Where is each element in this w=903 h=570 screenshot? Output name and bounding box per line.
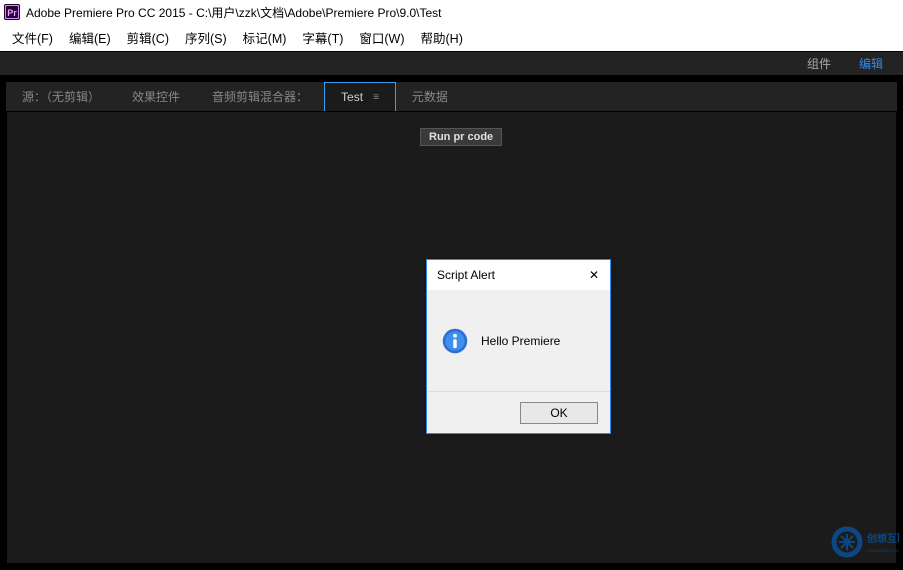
workspace-components[interactable]: 组件 [807,55,831,72]
dialog-body: Hello Premiere [427,290,610,391]
watermark-logo: 创想互联 CHUANGXIANG HULIAN [831,518,899,566]
menu-title[interactable]: 字幕(T) [302,28,343,47]
menu-bar: 文件(F) 编辑(E) 剪辑(C) 序列(S) 标记(M) 字幕(T) 窗口(W… [0,24,903,52]
menu-file[interactable]: 文件(F) [12,28,53,47]
watermark-text-small: CHUANGXIANG HULIAN [867,549,899,553]
tab-effects-label: 效果控件 [132,88,180,105]
workspace-edit[interactable]: 编辑 [859,55,883,72]
workspace-bar: 组件 编辑 [0,52,903,76]
run-pr-code-button[interactable]: Run pr code [420,128,502,146]
window-title-bar: Pr Adobe Premiere Pro CC 2015 - C:\用户\zz… [0,0,903,24]
tab-metadata[interactable]: 元数据 [396,82,464,111]
tab-mixer-label: 音频剪辑混合器： [212,88,308,105]
menu-edit[interactable]: 编辑(E) [69,28,111,47]
tab-test[interactable]: Test ≡ [324,82,396,111]
tab-mixer[interactable]: 音频剪辑混合器： [196,82,324,111]
window-title: Adobe Premiere Pro CC 2015 - C:\用户\zzk\文… [26,4,442,21]
tab-metadata-label: 元数据 [412,88,448,105]
menu-marker[interactable]: 标记(M) [243,28,287,47]
menu-help[interactable]: 帮助(H) [421,28,463,47]
watermark-text-big: 创想互联 [866,532,899,545]
dialog-title-bar[interactable]: Script Alert ✕ [427,260,610,290]
tab-test-label: Test [341,90,363,104]
tab-source[interactable]: 源：（无剪辑） [6,82,116,111]
menu-sequence[interactable]: 序列(S) [185,28,227,47]
ok-button[interactable]: OK [520,402,598,424]
svg-text:Pr: Pr [7,8,17,18]
info-icon [441,327,469,355]
panel-tab-strip: 源：（无剪辑） 效果控件 音频剪辑混合器： Test ≡ 元数据 [6,82,897,112]
menu-window[interactable]: 窗口(W) [359,28,404,47]
app-window: Pr Adobe Premiere Pro CC 2015 - C:\用户\zz… [0,0,903,570]
menu-clip[interactable]: 剪辑(C) [127,28,169,47]
dialog-title-text: Script Alert [437,268,495,282]
dialog-footer: OK [427,391,610,433]
panel-menu-icon[interactable]: ≡ [373,92,379,103]
tab-source-label: 源：（无剪辑） [22,88,100,105]
tab-effects[interactable]: 效果控件 [116,82,196,111]
premiere-app-icon: Pr [4,4,20,20]
dialog-message: Hello Premiere [481,334,560,348]
close-icon[interactable]: ✕ [586,267,602,283]
script-alert-dialog: Script Alert ✕ Hello Premiere OK [426,259,611,434]
